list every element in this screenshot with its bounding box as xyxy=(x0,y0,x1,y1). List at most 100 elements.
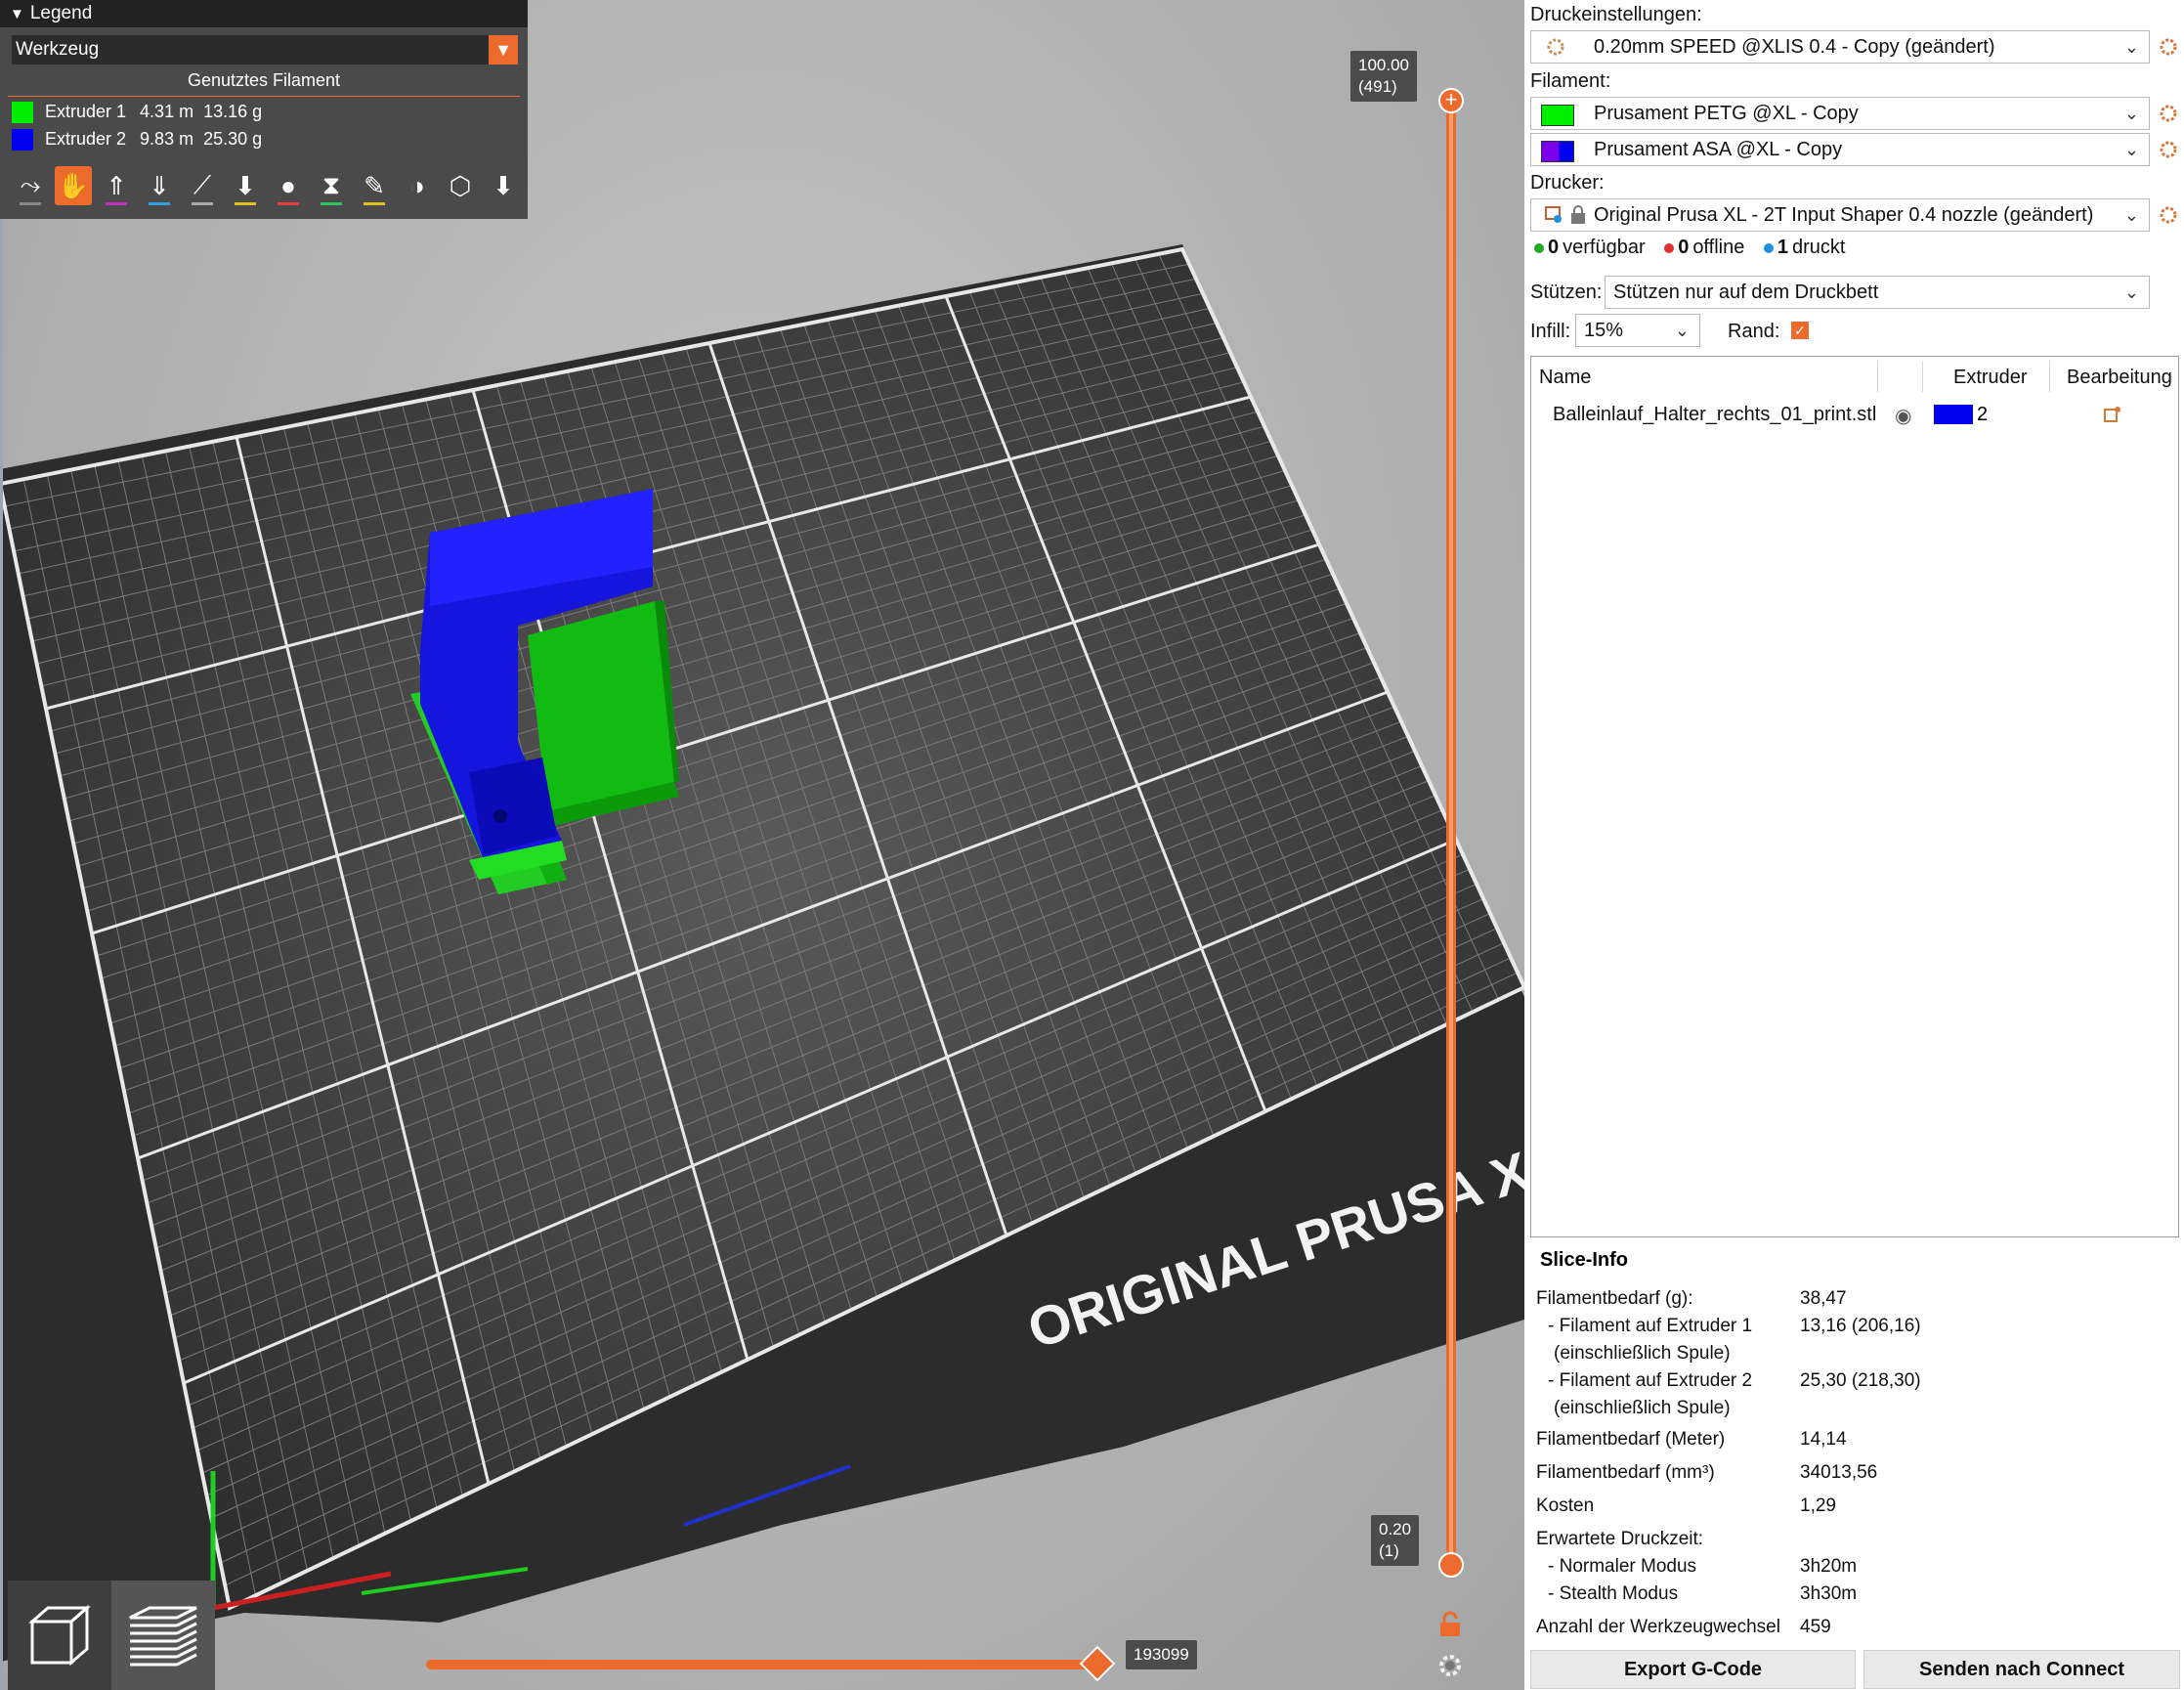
extruder-color-swatch xyxy=(12,102,33,124)
offline-count: 0 xyxy=(1678,237,1690,258)
printing-label: druckt xyxy=(1792,237,1846,258)
chevron-down-icon: ⌄ xyxy=(2123,140,2139,159)
lock-icon[interactable] xyxy=(1436,1611,1464,1638)
filament-combo-2[interactable]: Prusament ASA @XL - Copy ⌄ xyxy=(1530,133,2150,166)
object-extruder[interactable]: 2 xyxy=(1977,404,1988,426)
collapse-triangle-icon[interactable]: ▼ xyxy=(10,1,24,28)
status-dot-offline xyxy=(1664,242,1675,253)
eye-icon[interactable]: ◉ xyxy=(1895,404,1911,428)
supports-value: Stützen nur auf dem Druckbett xyxy=(1613,282,1879,303)
layer-slider-bottom-label: 0.20 (1) xyxy=(1371,1515,1420,1566)
color-changes-icon[interactable]: ● xyxy=(270,166,307,205)
3d-view-button[interactable] xyxy=(8,1581,111,1690)
send-to-connect-button[interactable]: Senden nach Connect xyxy=(1863,1650,2180,1689)
deretractions-icon[interactable]: ⇓ xyxy=(141,166,178,205)
move-slider-track[interactable] xyxy=(426,1660,1100,1669)
view-toggle-group xyxy=(8,1581,215,1690)
custom-gcodes-icon[interactable]: ✎ xyxy=(356,166,393,205)
legend-view-type-value: Werkzeug xyxy=(16,39,100,60)
legend-header: Genutztes Filament xyxy=(187,70,341,90)
legend-title: Legend xyxy=(29,3,93,23)
top-height: 100.00 xyxy=(1358,56,1409,74)
infill-combo[interactable]: 15% ⌄ xyxy=(1575,314,1700,347)
print-settings-value: 0.20mm SPEED @XLIS 0.4 - Copy (geändert) xyxy=(1594,36,1995,58)
slice-info-value: 25,30 (218,30) xyxy=(1800,1370,1921,1391)
cube-icon xyxy=(28,1604,91,1667)
lock-icon xyxy=(1571,205,1585,224)
extruder-length: 4.31 m xyxy=(140,102,194,121)
move-slider-label: 193099 xyxy=(1126,1640,1197,1669)
wipe-icon[interactable]: ✋ xyxy=(55,166,92,205)
slice-info-label: Erwartete Druckzeit: xyxy=(1536,1529,1704,1549)
shells-icon[interactable]: ⬡ xyxy=(442,166,479,205)
printer-status-row: 0 verfügbar 0 offline 1 druckt xyxy=(1534,237,1859,259)
slice-info-value: 3h30m xyxy=(1800,1583,1858,1604)
travel-icon[interactable]: ⤳ xyxy=(12,166,49,205)
slice-info-label: Anzahl der Werkzeugwechsel xyxy=(1536,1617,1780,1637)
filament-color-swatch xyxy=(1541,105,1574,126)
chevron-down-icon: ⌄ xyxy=(2123,104,2139,123)
slice-info-value: 459 xyxy=(1800,1617,1831,1637)
brim-label: Rand: xyxy=(1728,321,1780,342)
3d-viewport[interactable]: ORIGINAL PRUSA XL ▼ Legend Werkzeug ▼ Ge… xyxy=(0,0,1524,1690)
slice-info-title: Slice-Info xyxy=(1540,1249,1629,1271)
edit-icon[interactable] xyxy=(2104,406,2121,423)
tool-changes-icon[interactable]: ⬇ xyxy=(227,166,264,205)
legend-panel: ▼ Legend Werkzeug ▼ Genutztes Filament Ex… xyxy=(0,0,528,219)
retractions-icon[interactable]: ⇑ xyxy=(98,166,135,205)
filament-combo-1[interactable]: Prusament PETG @XL - Copy ⌄ xyxy=(1530,97,2150,130)
gear-icon[interactable] xyxy=(2158,139,2179,160)
extruder-color-swatch xyxy=(1934,405,1973,424)
center-of-gravity-icon[interactable]: ◑ xyxy=(399,166,436,205)
available-count: 0 xyxy=(1548,237,1560,258)
infill-label: Infill: xyxy=(1530,321,1571,342)
printer-combo[interactable]: Original Prusa XL - 2T Input Shaper 0.4 … xyxy=(1530,198,2150,232)
preview-button[interactable] xyxy=(111,1581,215,1690)
slice-info-label: Filamentbedarf (mm³) xyxy=(1536,1462,1715,1483)
printer-value: Original Prusa XL - 2T Input Shaper 0.4 … xyxy=(1594,204,2094,226)
col-edit-header[interactable]: Bearbeitung xyxy=(2067,367,2172,389)
print-settings-combo[interactable]: 0.20mm SPEED @XLIS 0.4 - Copy (geändert)… xyxy=(1530,30,2150,64)
slice-info-label: - Filament auf Extruder 1 xyxy=(1548,1316,1753,1336)
slice-info-value: 38,47 xyxy=(1800,1288,1847,1309)
brim-checkbox[interactable]: ✓ xyxy=(1791,322,1809,339)
supports-combo[interactable]: Stützen nur auf dem Druckbett ⌄ xyxy=(1605,276,2150,309)
slice-info-label: (einschließlich Spule) xyxy=(1554,1343,1731,1364)
tool-marker-icon[interactable]: ⬇ xyxy=(485,166,522,205)
offline-label: offline xyxy=(1692,237,1745,258)
gear-icon[interactable] xyxy=(2158,36,2179,58)
extruder-label: Extruder 1 xyxy=(45,102,127,121)
extruder-color-swatch xyxy=(12,129,33,152)
col-name-header[interactable]: Name xyxy=(1539,367,1591,389)
chevron-down-icon: ⌄ xyxy=(2123,282,2139,302)
seams-icon[interactable]: ⟋ xyxy=(184,166,221,205)
print-bed-scene[interactable]: ORIGINAL PRUSA XL xyxy=(0,0,1524,1690)
object-row[interactable]: Balleinlauf_Halter_rechts_01_print.stl ◉… xyxy=(1531,396,2178,435)
extruder-length: 9.83 m xyxy=(140,129,194,149)
slice-info-label: - Normaler Modus xyxy=(1548,1556,1697,1577)
legend-titlebar[interactable]: ▼ Legend xyxy=(0,0,528,27)
layers-icon xyxy=(129,1606,197,1667)
dropdown-arrow-icon[interactable]: ▼ xyxy=(489,35,518,65)
slice-info-label: - Stealth Modus xyxy=(1548,1583,1679,1604)
gear-icon[interactable] xyxy=(2158,204,2179,226)
legend-view-type-select[interactable]: Werkzeug ▼ xyxy=(12,35,518,65)
gear-icon[interactable] xyxy=(2158,103,2179,124)
slice-info-label: (einschließlich Spule) xyxy=(1554,1398,1731,1418)
filament-value: Prusament ASA @XL - Copy xyxy=(1594,139,1843,160)
printer-label: Drucker: xyxy=(1530,172,1605,194)
status-dot-printing xyxy=(1763,242,1774,253)
legend-toolbar: ⤳ ✋ ⇑ ⇓ ⟋ ⬇ ● ⧗ ✎ ◑ ⬡ ⬇ xyxy=(12,166,522,209)
pause-prints-icon[interactable]: ⧗ xyxy=(313,166,350,205)
extruder-weight: 25.30 g xyxy=(203,129,263,149)
slice-info-label: Filamentbedarf (g): xyxy=(1536,1288,1693,1309)
slice-info-label: Kosten xyxy=(1536,1495,1595,1516)
col-divider xyxy=(1922,361,1923,392)
export-gcode-button[interactable]: Export G-Code xyxy=(1530,1650,1856,1689)
legend-extruder-row: Extruder 1 4.31 m 13.16 g xyxy=(12,98,262,125)
gear-icon[interactable] xyxy=(1436,1652,1464,1679)
supports-label: Stützen: xyxy=(1530,282,1603,303)
col-extruder-header[interactable]: Extruder xyxy=(1953,367,2028,389)
layer-slider-top-knob[interactable]: + xyxy=(1438,88,1464,113)
layer-slider-bottom-knob[interactable] xyxy=(1438,1552,1464,1578)
